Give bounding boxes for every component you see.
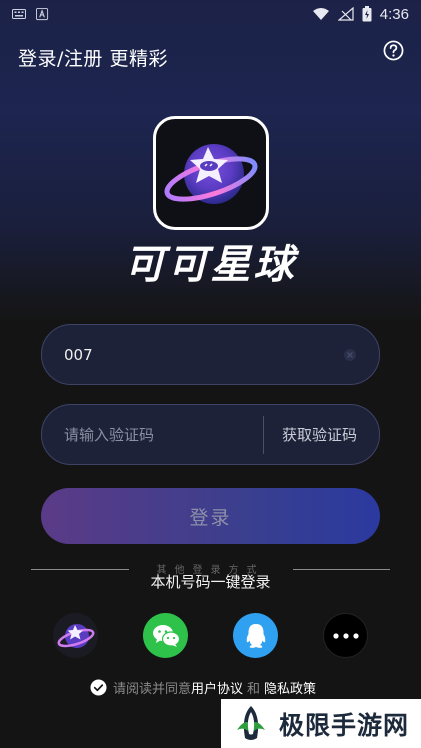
more-login-button[interactable] [323, 613, 368, 658]
wechat-login-button[interactable] [143, 613, 188, 658]
watermark-logo-icon [237, 705, 265, 740]
watermark-text: 极限手游网 [279, 710, 410, 740]
planet-logo-icon [164, 144, 258, 204]
help-icon[interactable] [383, 40, 404, 61]
signal-icon [337, 7, 354, 21]
status-bar: 4:36 [0, 0, 421, 28]
planet-app-login-button[interactable] [53, 613, 98, 658]
verification-code-input[interactable]: 请输入验证码 获取验证码 [41, 404, 380, 465]
planet-app-icon [57, 623, 94, 648]
status-time: 4:36 [379, 5, 409, 23]
qq-login-button[interactable] [233, 613, 278, 658]
agreement-and: 和 [247, 682, 261, 697]
accessibility-icon [36, 7, 49, 20]
divider-right [293, 569, 390, 570]
divider [262, 415, 264, 454]
check-icon[interactable] [90, 679, 107, 696]
phone-input[interactable]: 007 [41, 324, 380, 385]
battery-icon [362, 6, 372, 22]
privacy-policy-link[interactable]: 隐私政策 [264, 678, 316, 697]
login-button-label: 登录 [189, 506, 232, 529]
more-icon [332, 632, 359, 639]
get-code-button[interactable]: 获取验证码 [282, 424, 357, 445]
user-agreement-link[interactable]: 用户协议 [191, 678, 243, 697]
brand-name: 可可星球 [124, 242, 297, 288]
clear-icon[interactable] [343, 348, 357, 362]
page-title: 登录/注册 更精彩 [18, 48, 168, 70]
agreement-prefix: 请阅读并同意 [113, 682, 192, 697]
phone-input-value[interactable]: 007 [64, 346, 93, 364]
watermark: 极限手游网 [221, 699, 421, 748]
app-logo [153, 116, 269, 230]
code-input-placeholder[interactable]: 请输入验证码 [64, 424, 255, 445]
qq-icon [246, 623, 265, 648]
wifi-icon [312, 8, 329, 20]
login-button[interactable]: 登录 [41, 488, 380, 544]
wechat-icon [152, 624, 180, 647]
one-key-login-button[interactable]: 本机号码一键登录 [0, 571, 421, 592]
keyboard-icon [12, 9, 26, 19]
agreement-row: 请阅读并同意 用户协议 和 隐私政策 [90, 678, 316, 697]
